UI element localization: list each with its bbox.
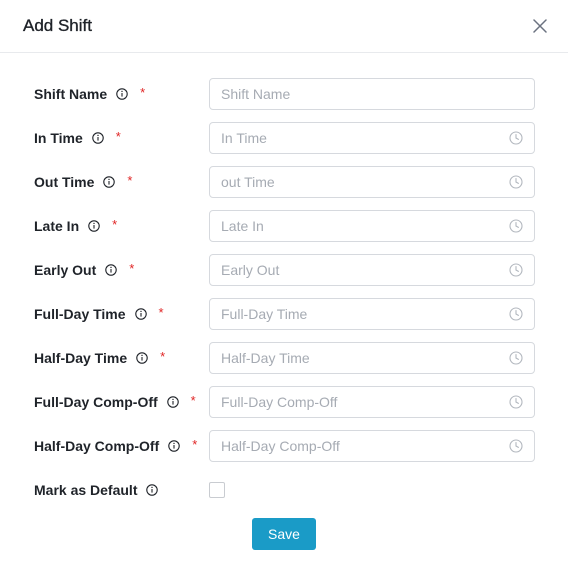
info-icon[interactable] bbox=[166, 396, 179, 408]
field-label-shift-name: Shift Name bbox=[34, 86, 108, 102]
form-row-full-day-time: Full-Day Time * bbox=[0, 298, 568, 342]
dialog-header: Add Shift bbox=[0, 0, 568, 53]
form-row-in-time: In Time * bbox=[0, 122, 568, 166]
clock-icon[interactable] bbox=[509, 175, 523, 189]
required-marker: * bbox=[192, 436, 198, 452]
info-icon[interactable] bbox=[134, 308, 147, 320]
clock-icon[interactable] bbox=[509, 219, 523, 233]
field-label-half-day-comp-off: Half-Day Comp-Off bbox=[34, 438, 160, 454]
form-row-full-day-comp-off: Full-Day Comp-Off * bbox=[0, 386, 568, 430]
late-in-input[interactable] bbox=[221, 218, 509, 234]
form-row-out-time: Out Time * bbox=[0, 166, 568, 210]
clock-icon[interactable] bbox=[509, 351, 523, 365]
info-icon[interactable] bbox=[103, 176, 116, 188]
required-marker: * bbox=[158, 304, 164, 320]
info-icon[interactable] bbox=[116, 88, 128, 100]
form-row-mark-as-default: Mark as Default bbox=[0, 474, 568, 518]
form-row-shift-name: Shift Name * bbox=[0, 78, 568, 122]
full-day-time-input[interactable] bbox=[221, 306, 509, 322]
save-button[interactable]: Save bbox=[252, 518, 316, 550]
dialog-title: Add Shift bbox=[23, 16, 92, 35]
half-day-comp-off-input[interactable] bbox=[221, 438, 509, 454]
half-day-comp-off-input-wrapper bbox=[209, 430, 535, 462]
add-shift-dialog: Add Shift Shift Name * In Time * bbox=[0, 0, 568, 580]
required-marker: * bbox=[140, 84, 146, 100]
early-out-input-wrapper bbox=[209, 254, 535, 286]
full-day-comp-off-input-wrapper bbox=[209, 386, 535, 418]
info-icon[interactable] bbox=[146, 484, 159, 496]
required-marker: * bbox=[127, 172, 133, 188]
info-icon[interactable] bbox=[88, 220, 100, 232]
clock-icon[interactable] bbox=[509, 263, 523, 277]
field-label-early-out: Early Out bbox=[34, 262, 97, 278]
shift-form: Shift Name * In Time * Out Time bbox=[0, 53, 568, 518]
out-time-input[interactable] bbox=[221, 174, 509, 190]
half-day-time-input-wrapper bbox=[209, 342, 535, 374]
early-out-input[interactable] bbox=[221, 262, 509, 278]
info-icon[interactable] bbox=[92, 132, 104, 144]
required-marker: * bbox=[129, 260, 135, 276]
required-marker: * bbox=[190, 392, 196, 408]
field-label-full-day-comp-off: Full-Day Comp-Off bbox=[34, 394, 158, 410]
in-time-input[interactable] bbox=[221, 130, 509, 146]
info-icon[interactable] bbox=[105, 264, 117, 276]
field-label-out-time: Out Time bbox=[34, 174, 95, 190]
field-label-in-time: In Time bbox=[34, 130, 83, 146]
field-label-full-day-time: Full-Day Time bbox=[34, 306, 126, 322]
clock-icon[interactable] bbox=[509, 131, 523, 145]
form-row-half-day-time: Half-Day Time * bbox=[0, 342, 568, 386]
required-marker: * bbox=[112, 216, 118, 232]
shift-name-input[interactable] bbox=[221, 86, 523, 102]
close-icon bbox=[533, 19, 547, 33]
clock-icon[interactable] bbox=[509, 307, 523, 321]
info-icon[interactable] bbox=[136, 352, 148, 364]
field-label-mark-as-default: Mark as Default bbox=[34, 482, 138, 498]
field-label-late-in: Late In bbox=[34, 218, 80, 234]
required-marker: * bbox=[160, 348, 166, 364]
late-in-input-wrapper bbox=[209, 210, 535, 242]
form-row-late-in: Late In * bbox=[0, 210, 568, 254]
field-label-half-day-time: Half-Day Time bbox=[34, 350, 128, 366]
in-time-input-wrapper bbox=[209, 122, 535, 154]
required-marker: * bbox=[115, 128, 121, 144]
out-time-input-wrapper bbox=[209, 166, 535, 198]
info-icon[interactable] bbox=[168, 440, 180, 452]
half-day-time-input[interactable] bbox=[221, 350, 509, 366]
clock-icon[interactable] bbox=[509, 439, 523, 453]
shift-name-input-wrapper bbox=[209, 78, 535, 110]
form-row-half-day-comp-off: Half-Day Comp-Off * bbox=[0, 430, 568, 474]
form-row-early-out: Early Out * bbox=[0, 254, 568, 298]
dialog-footer: Save bbox=[0, 518, 568, 550]
close-button[interactable] bbox=[530, 16, 550, 36]
full-day-time-input-wrapper bbox=[209, 298, 535, 330]
mark-as-default-checkbox[interactable] bbox=[209, 482, 225, 498]
clock-icon[interactable] bbox=[509, 395, 523, 409]
full-day-comp-off-input[interactable] bbox=[221, 394, 509, 410]
